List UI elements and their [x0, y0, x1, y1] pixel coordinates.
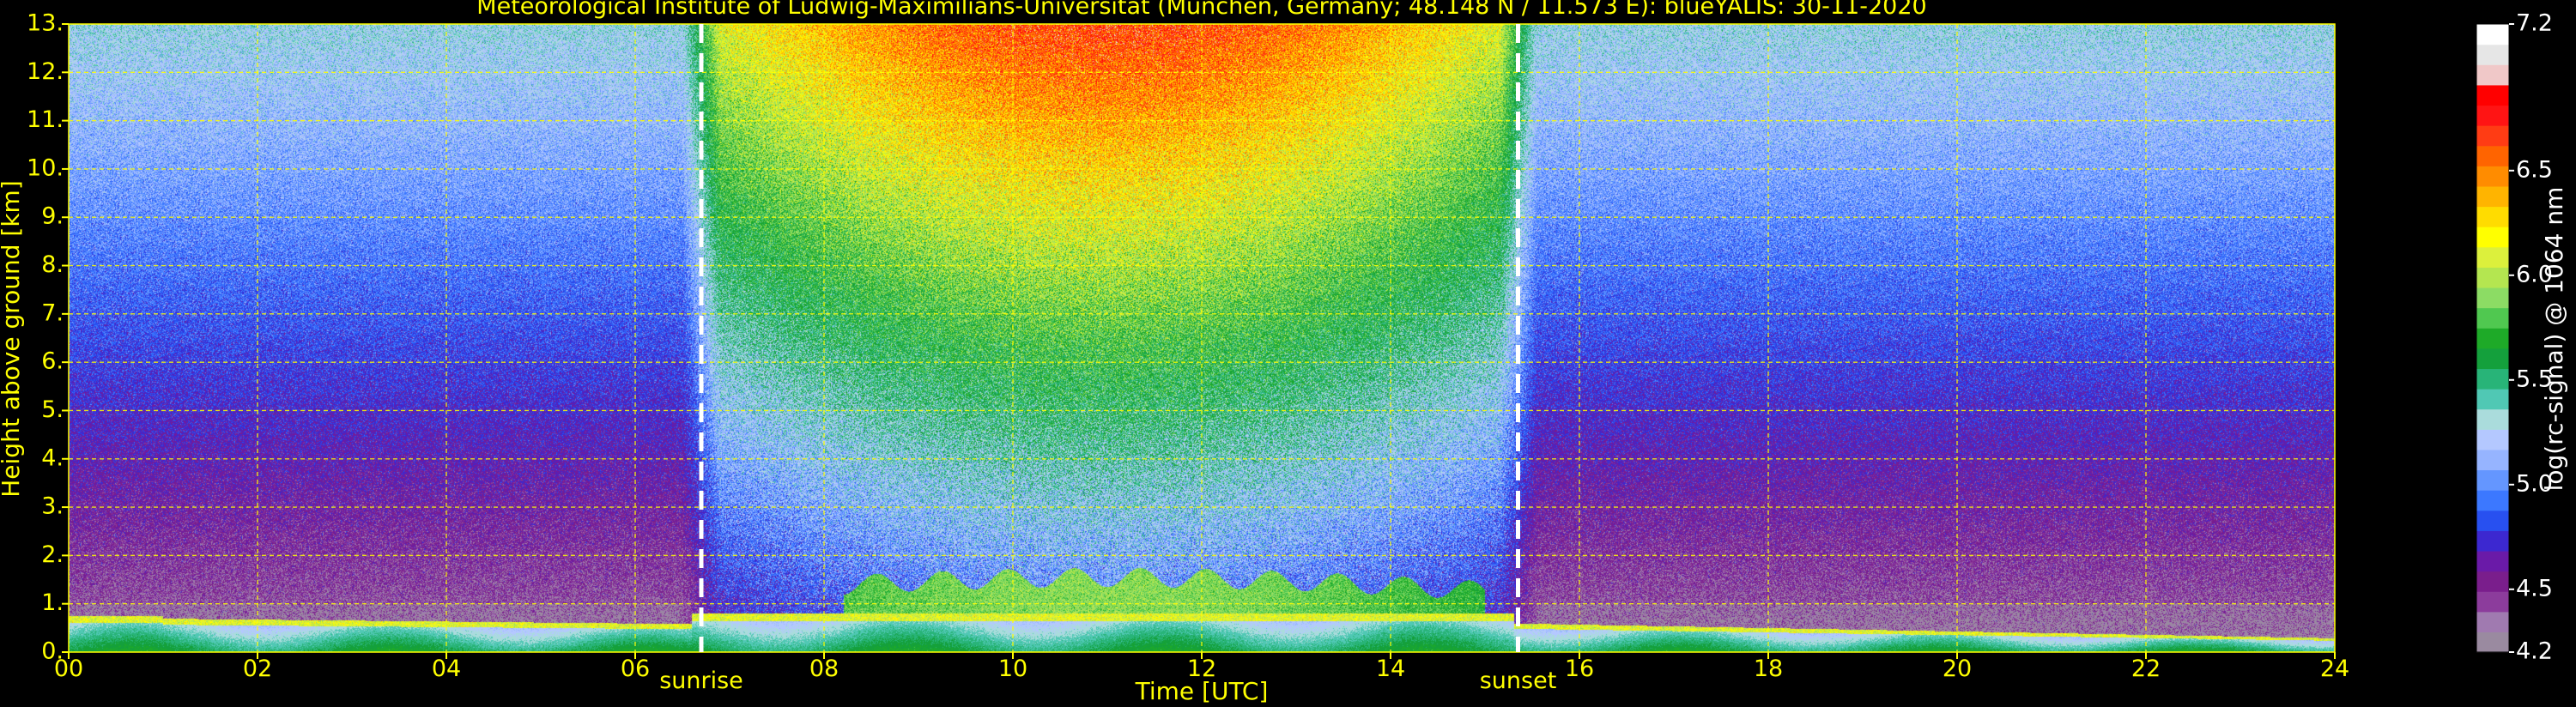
y-tick-label: 4.	[41, 444, 64, 471]
colorbar-segment	[2476, 125, 2509, 147]
colorbar-tick-label: 4.5	[2516, 575, 2553, 601]
x-tick-label: 02	[243, 656, 272, 682]
x-axis-label: Time [UTC]	[1135, 677, 1269, 705]
colorbar-tick-label: 6.5	[2516, 156, 2553, 183]
colorbar-segment	[2476, 611, 2509, 632]
colorbar	[2476, 23, 2510, 653]
colorbar-segment	[2476, 185, 2509, 208]
colorbar-segment	[2476, 105, 2509, 126]
colorbar-segment	[2476, 307, 2509, 329]
colorbar-segment	[2476, 287, 2509, 309]
x-tick-label: 10	[998, 656, 1027, 682]
x-tick-label: 20	[1943, 656, 1972, 682]
colorbar-segment	[2476, 347, 2509, 370]
sunrise-label: sunrise	[659, 668, 743, 694]
y-tick-label: 11.	[27, 106, 64, 133]
colorbar-label: log(rc-signal) @ 1064 nm	[2540, 187, 2568, 492]
x-tick-label: 24	[2320, 656, 2349, 682]
y-tick-label: 7.	[41, 299, 64, 326]
x-tick-label: 04	[432, 656, 461, 682]
colorbar-segment	[2476, 631, 2509, 653]
colorbar-segment	[2476, 206, 2509, 227]
y-tick-label: 3.	[41, 493, 64, 520]
y-tick-label: 10.	[27, 154, 64, 181]
y-tick-label: 2.	[41, 541, 64, 568]
colorbar-segment	[2476, 328, 2509, 349]
y-tick-label: 9.	[41, 203, 64, 230]
colorbar-segment	[2476, 591, 2509, 613]
colorbar-segment	[2476, 389, 2509, 410]
colorbar-segment	[2476, 64, 2509, 86]
colorbar-segment	[2476, 408, 2509, 430]
colorbar-segment	[2476, 267, 2509, 288]
x-tick-label: 14	[1376, 656, 1405, 682]
y-tick-label: 8.	[41, 251, 64, 278]
y-tick-label: 6.	[41, 348, 64, 375]
colorbar-segment	[2476, 227, 2509, 248]
colorbar-tick-label: 7.2	[2516, 10, 2553, 37]
colorbar-segment	[2476, 449, 2509, 471]
event-lines: sunrise sunset	[659, 24, 1556, 694]
colorbar-segment	[2476, 24, 2509, 45]
x-tick-label: 08	[809, 656, 839, 682]
y-tick-label: 13.	[27, 10, 64, 37]
colorbar-segment	[2476, 510, 2509, 531]
grid-lines	[68, 23, 2336, 653]
colorbar-segment	[2476, 490, 2509, 511]
y-tick-label: 5.	[41, 396, 64, 423]
colorbar-segment	[2476, 429, 2509, 450]
colorbar-segment	[2476, 166, 2509, 187]
colorbar-segment	[2476, 530, 2509, 552]
y-tick-label: 12.	[27, 58, 64, 85]
sunset-label: sunset	[1480, 668, 1557, 694]
chart-overlay: Meteorological Institute of Ludwig-Maxim…	[0, 0, 2568, 705]
colorbar-segment	[2476, 145, 2509, 166]
colorbar-segment	[2476, 84, 2509, 106]
x-tick-label: 06	[621, 656, 650, 682]
colorbar-segment	[2476, 246, 2509, 268]
colorbar-segment	[2476, 469, 2509, 491]
colorbar-segment	[2476, 550, 2509, 572]
x-tick-label: 00	[54, 656, 83, 682]
colorbar-segment	[2476, 44, 2509, 65]
x-tick-label: 22	[2131, 656, 2161, 682]
y-tick-label: 1.	[41, 589, 64, 616]
chart-title: Meteorological Institute of Ludwig-Maxim…	[476, 0, 1926, 20]
colorbar-segment	[2476, 571, 2509, 592]
y-axis-ticks: 0.1.2.3.4.5.6.7.8.9.10.11.12.13.	[27, 10, 69, 665]
colorbar-segment	[2476, 368, 2509, 390]
colorbar-tick-label: 4.2	[2516, 638, 2553, 665]
y-axis-label: Height above ground [km]	[0, 180, 25, 498]
x-tick-label: 16	[1565, 656, 1594, 682]
x-tick-label: 18	[1754, 656, 1783, 682]
